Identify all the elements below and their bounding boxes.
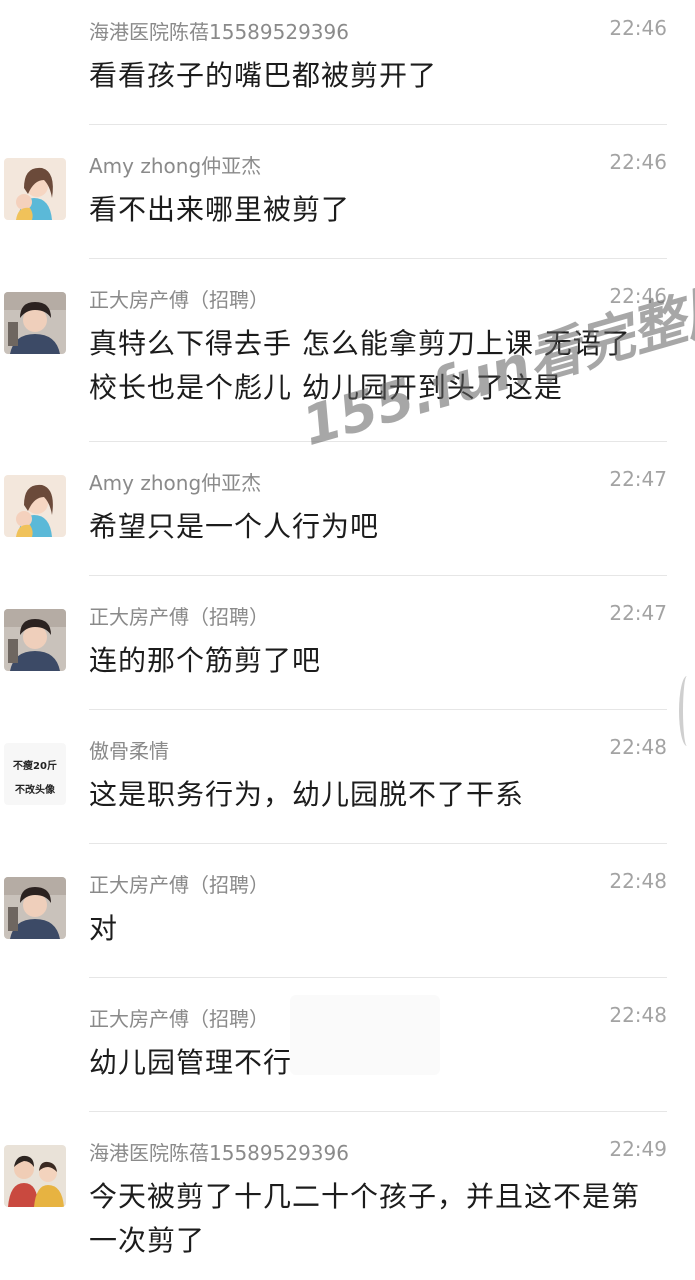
message-text: 今天被剪了十几二十个孩子，并且这不是第一次剪了 (89, 1180, 641, 1257)
side-edge-indicator (679, 676, 695, 746)
chat-message[interactable]: 正大房产傅（招聘） 22:47 连的那个筋剪了吧 (0, 585, 695, 710)
chat-message[interactable]: 不瘦20斤 不改头像 傲骨柔情 22:48 这是职务行为，幼儿园脱不了干系 (0, 719, 695, 844)
chat-message[interactable]: Amy zhong仲亚杰 22:46 看不出来哪里被剪了 (0, 134, 695, 259)
sender-name[interactable]: 正大房产傅（招聘） (89, 869, 269, 898)
avatar-girl-illustration[interactable] (4, 158, 66, 220)
sender-name[interactable]: 正大房产傅（招聘） (89, 1003, 269, 1032)
avatar-kids-photo[interactable] (4, 1145, 66, 1207)
sender-name[interactable]: 傲骨柔情 (89, 735, 169, 764)
message-time: 22:46 (609, 284, 667, 308)
chat-message[interactable]: 海港医院陈蓓15589529396 22:46 看看孩子的嘴巴都被剪开了 (0, 0, 695, 125)
sender-name[interactable]: Amy zhong仲亚杰 (89, 150, 261, 179)
sender-name[interactable]: 正大房产傅（招聘） (89, 601, 269, 630)
message-time: 22:48 (609, 869, 667, 893)
chat-message[interactable]: 海港医院陈蓓15589529396 22:49 今天被剪了十几二十个孩子，并且这… (0, 1121, 695, 1280)
divider (89, 441, 667, 442)
message-time: 22:48 (609, 1003, 667, 1027)
divider (89, 124, 667, 125)
divider (89, 1111, 667, 1112)
divider (89, 709, 667, 710)
message-time: 22:46 (609, 16, 667, 40)
message-text: 希望只是一个人行为吧 (89, 510, 380, 543)
message-text: 真特么下得去手 怎么能拿剪刀上课 无语了 校长也是个彪儿 幼儿园开到头了这是 (89, 327, 631, 404)
message-time: 22:47 (609, 467, 667, 491)
message-time: 22:49 (609, 1137, 667, 1161)
avatar-text-line: 不改头像 (15, 785, 55, 796)
divider (89, 575, 667, 576)
sender-name[interactable]: 海港医院陈蓓15589529396 (89, 1137, 349, 1166)
message-text: 看不出来哪里被剪了 (89, 193, 351, 226)
avatar-young-man-photo[interactable] (4, 609, 66, 671)
chat-message[interactable]: 正大房产傅（招聘） 22:46 真特么下得去手 怎么能拿剪刀上课 无语了 校长也… (0, 268, 695, 442)
divider (89, 843, 667, 844)
avatar-young-man-photo[interactable] (4, 877, 66, 939)
message-text: 连的那个筋剪了吧 (89, 644, 322, 677)
message-time: 22:47 (609, 601, 667, 625)
chat-message[interactable]: Amy zhong仲亚杰 22:47 希望只是一个人行为吧 (0, 451, 695, 576)
divider (89, 258, 667, 259)
message-text: 这是职务行为，幼儿园脱不了干系 (89, 778, 525, 811)
sender-name[interactable]: 海港医院陈蓓15589529396 (89, 16, 349, 45)
avatar-young-man-photo[interactable] (4, 292, 66, 354)
sender-name[interactable]: Amy zhong仲亚杰 (89, 467, 261, 496)
message-time: 22:48 (609, 735, 667, 759)
message-text: 对 (89, 912, 119, 945)
chat-message-list: 海港医院陈蓓15589529396 22:46 看看孩子的嘴巴都被剪开了 Amy… (0, 0, 695, 1280)
sender-name[interactable]: 正大房产傅（招聘） (89, 284, 269, 313)
avatar-girl-illustration[interactable] (4, 475, 66, 537)
message-text: 看看孩子的嘴巴都被剪开了 (89, 59, 438, 92)
avatar-text[interactable]: 不瘦20斤 不改头像 (4, 743, 66, 805)
chat-message[interactable]: 正大房产傅（招聘） 22:48 对 (0, 853, 695, 978)
divider (89, 977, 667, 978)
faded-overlay (290, 995, 440, 1075)
avatar-text-line: 不瘦20斤 (13, 761, 57, 772)
message-time: 22:46 (609, 150, 667, 174)
